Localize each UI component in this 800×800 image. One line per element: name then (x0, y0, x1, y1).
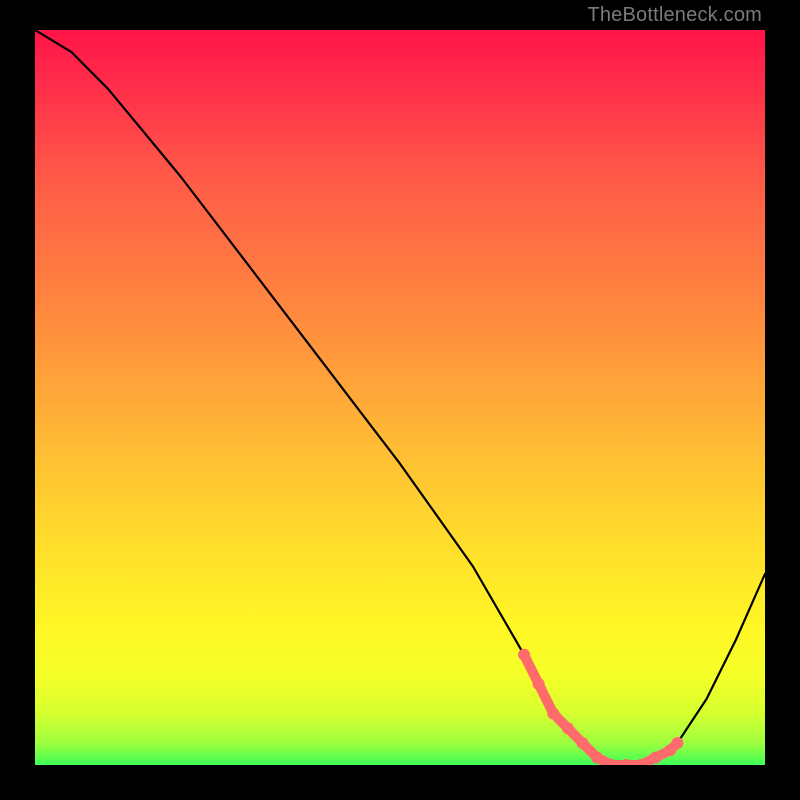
chart-overlay (35, 30, 765, 765)
highlight-stroke (524, 655, 677, 765)
plot-area (35, 30, 765, 765)
attribution-text: TheBottleneck.com (587, 4, 762, 27)
highlight-marker (591, 752, 603, 764)
highlight-markers-group (518, 649, 683, 765)
highlight-marker (671, 737, 683, 749)
highlight-marker (518, 649, 530, 661)
highlight-marker (562, 722, 574, 734)
bottleneck-curve-path (35, 30, 765, 765)
highlight-marker (620, 759, 632, 765)
highlight-marker (650, 752, 662, 764)
highlight-marker (577, 737, 589, 749)
chart-stage: TheBottleneck.com (0, 0, 800, 800)
highlight-marker (547, 708, 559, 720)
highlight-marker (533, 678, 545, 690)
